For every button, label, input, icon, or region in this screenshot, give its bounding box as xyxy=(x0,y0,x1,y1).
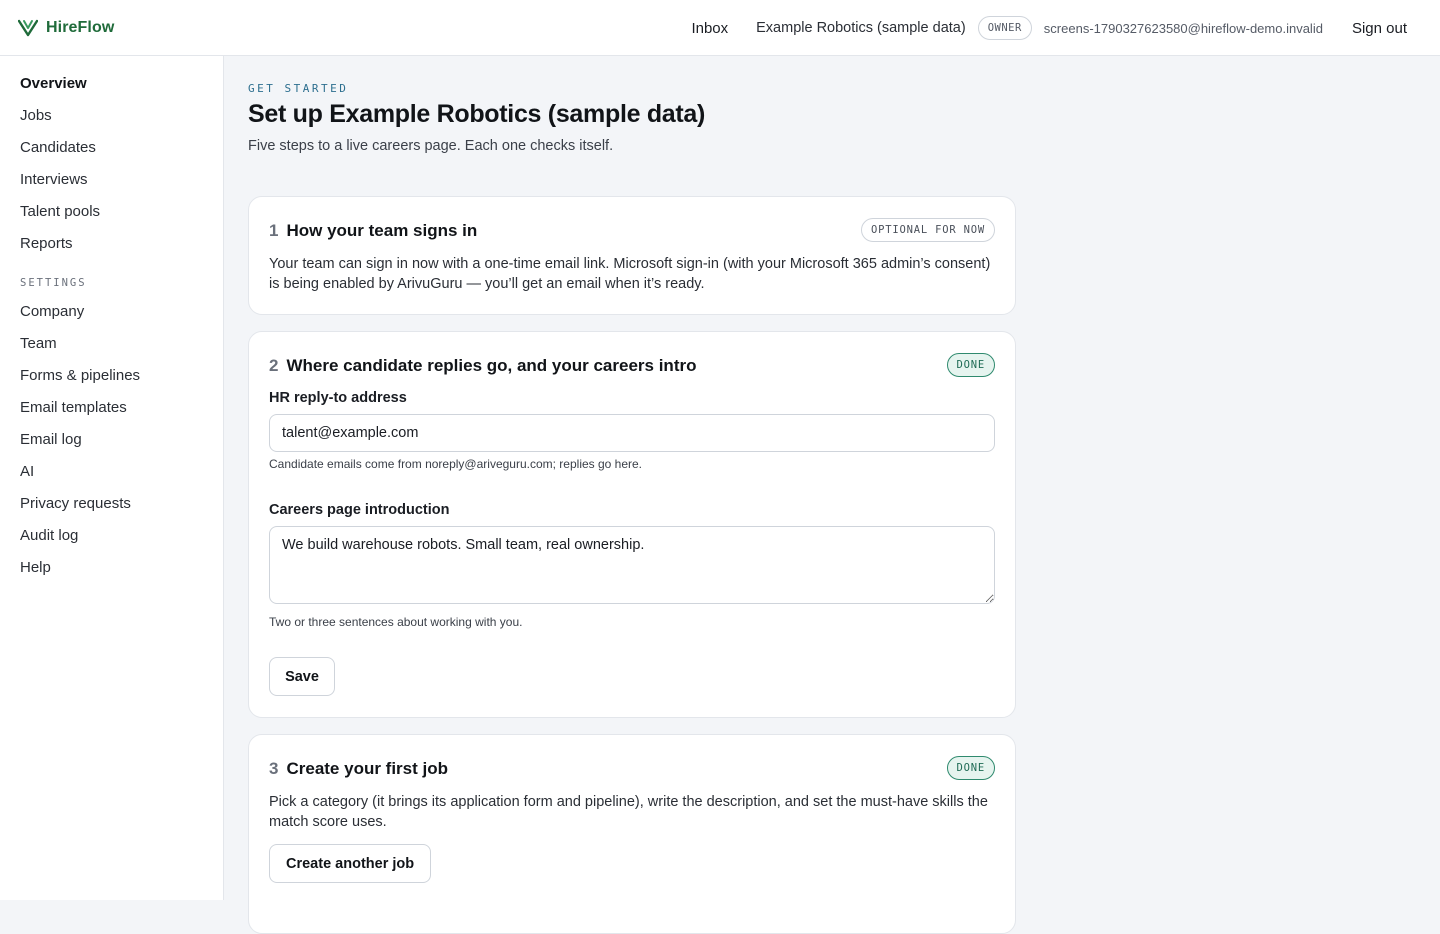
step-description: Pick a category (it brings its applicati… xyxy=(269,794,988,830)
reply-to-input[interactable] xyxy=(269,414,995,452)
sidebar-item-team[interactable]: Team xyxy=(20,335,57,352)
hireflow-logo-icon xyxy=(18,19,38,37)
sidebar-item-talent-pools[interactable]: Talent pools xyxy=(20,203,100,220)
role-badge: OWNER xyxy=(977,16,1032,40)
page-title: Set up Example Robotics (sample data) xyxy=(248,100,706,128)
sidebar-item-jobs[interactable]: Jobs xyxy=(20,107,52,124)
sidebar-item-ai[interactable]: AI xyxy=(20,463,34,480)
sidebar-item-company[interactable]: Company xyxy=(20,303,84,320)
sidebar-item-privacy-requests[interactable]: Privacy requests xyxy=(20,495,131,512)
brand-name: HireFlow xyxy=(46,19,115,36)
sidebar-item-overview[interactable]: Overview xyxy=(20,75,87,92)
careers-intro-textarea[interactable]: We build warehouse robots. Small team, r… xyxy=(269,526,995,604)
status-badge: DONE xyxy=(946,353,995,377)
step-card-sign-in: 1 How your team signs in OPTIONAL FOR NO… xyxy=(248,196,1016,315)
status-badge: OPTIONAL FOR NOW xyxy=(861,218,995,242)
step-header: 2 Where candidate replies go, and your c… xyxy=(269,356,696,376)
reply-to-help: Candidate emails come from noreply@arive… xyxy=(269,457,643,471)
sidebar-item-help[interactable]: Help xyxy=(20,559,51,576)
page-subtitle: Five steps to a live careers page. Each … xyxy=(248,138,614,154)
step-description: Your team can sign in now with a one-tim… xyxy=(269,256,991,292)
create-another-job-button[interactable]: Create another job xyxy=(269,844,432,883)
step-number: 1 xyxy=(269,221,279,240)
settings-section-label: SETTINGS xyxy=(20,277,87,289)
sidebar-item-audit-log[interactable]: Audit log xyxy=(20,527,78,544)
step-title: Where candidate replies go, and your car… xyxy=(286,356,697,375)
save-button[interactable]: Save xyxy=(269,657,335,696)
top-nav: Inbox Example Robotics (sample data) OWN… xyxy=(691,0,1440,56)
user-email: screens-1790327623580@hireflow-demo.inva… xyxy=(1043,20,1323,36)
sign-out-button[interactable]: Sign out xyxy=(1352,20,1407,37)
step-card-replies-intro: 2 Where candidate replies go, and your c… xyxy=(248,331,1016,718)
step-card-first-job: 3 Create your first job DONE Pick a cate… xyxy=(248,734,1016,934)
step-header: 1 How your team signs in xyxy=(269,221,477,241)
step-number: 3 xyxy=(269,759,279,778)
sidebar-item-forms-pipelines[interactable]: Forms & pipelines xyxy=(20,367,140,384)
org-name[interactable]: Example Robotics (sample data) xyxy=(756,20,966,36)
sidebar: Overview Jobs Candidates Interviews Tale… xyxy=(0,56,224,900)
top-bar: HireFlow Inbox Example Robotics (sample … xyxy=(0,0,1440,56)
sidebar-item-reports[interactable]: Reports xyxy=(20,235,73,252)
step-title: Create your first job xyxy=(286,759,449,778)
careers-intro-label: Careers page introduction xyxy=(269,502,450,518)
page-eyebrow: GET STARTED xyxy=(248,82,349,95)
step-header: 3 Create your first job xyxy=(269,759,448,779)
sidebar-item-email-templates[interactable]: Email templates xyxy=(20,399,127,416)
inbox-link[interactable]: Inbox xyxy=(691,20,728,37)
sidebar-item-email-log[interactable]: Email log xyxy=(20,431,82,448)
step-number: 2 xyxy=(269,356,279,375)
sidebar-item-candidates[interactable]: Candidates xyxy=(20,139,96,156)
sidebar-item-interviews[interactable]: Interviews xyxy=(20,171,88,188)
step-title: How your team signs in xyxy=(286,221,478,240)
careers-intro-help: Two or three sentences about working wit… xyxy=(269,615,523,629)
status-badge: DONE xyxy=(946,756,995,780)
brand[interactable]: HireFlow xyxy=(18,0,114,56)
reply-to-label: HR reply-to address xyxy=(269,390,407,406)
